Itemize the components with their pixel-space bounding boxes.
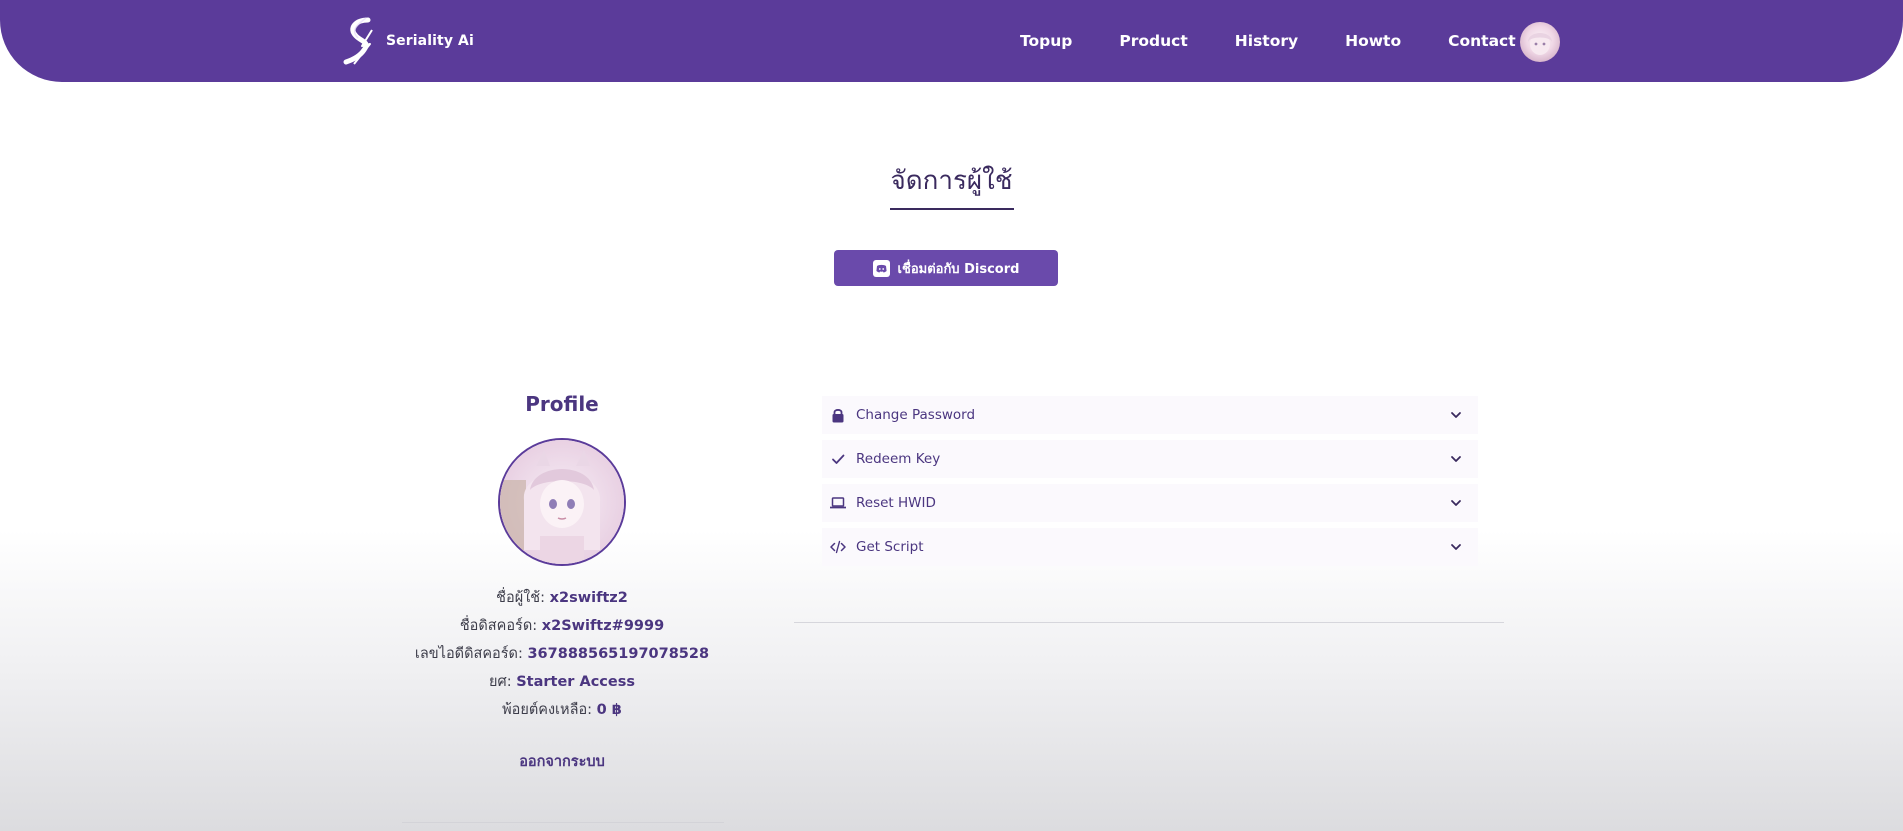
accordion-divider [794, 622, 1504, 623]
discord-icon [872, 259, 890, 277]
discord-id-row: เลขไอดีดิสคอร์ด: 367888565197078528 [402, 640, 722, 668]
top-navbar: Seriality Ai Topup Product History Howto… [0, 0, 1903, 82]
settings-accordion: Change Password Redeem Key Reset HWID Ge… [822, 396, 1478, 572]
discord-name-row: ชื่อดิสคอร์ด: x2Swiftz#9999 [402, 612, 722, 640]
rank-value: Starter Access [516, 674, 635, 690]
check-icon [830, 451, 846, 467]
nav-link-product[interactable]: Product [1119, 32, 1187, 50]
rank-label: ยศ: [489, 674, 512, 690]
nav-links: Topup Product History Howto Contact [1020, 0, 1516, 82]
reset-hwid-label: Reset HWID [856, 495, 936, 511]
accordion-change-password[interactable]: Change Password [822, 396, 1478, 434]
profile-divider [402, 822, 724, 823]
code-icon [830, 539, 846, 555]
laptop-icon [830, 495, 846, 511]
profile-heading: Profile [525, 392, 599, 416]
connect-discord-button[interactable]: เชื่อมต่อกับ Discord [834, 250, 1058, 286]
redeem-key-label: Redeem Key [856, 451, 941, 467]
accordion-redeem-key[interactable]: Redeem Key [822, 440, 1478, 478]
accordion-get-script[interactable]: Get Script [822, 528, 1478, 566]
nav-link-topup[interactable]: Topup [1020, 32, 1072, 50]
chevron-down-icon [1451, 456, 1461, 462]
profile-avatar-image [500, 440, 624, 564]
points-label: พ้อยต์คงเหลือ: [502, 702, 593, 718]
title-underline [890, 208, 1014, 210]
points-value: 0 ฿ [596, 702, 622, 718]
nav-link-contact[interactable]: Contact [1448, 32, 1516, 50]
chevron-down-icon [1451, 500, 1461, 506]
nav-link-howto[interactable]: Howto [1345, 32, 1401, 50]
profile-info-list: ชื่อผู้ใช้: x2swiftz2 ชื่อดิสคอร์ด: x2Sw… [402, 584, 722, 724]
discord-id-value: 367888565197078528 [527, 646, 710, 662]
discord-id-label: เลขไอดีดิสคอร์ด: [414, 646, 523, 662]
brand[interactable]: Seriality Ai [342, 16, 474, 66]
accordion-reset-hwid[interactable]: Reset HWID [822, 484, 1478, 522]
get-script-label: Get Script [856, 539, 924, 555]
seriality-logo-icon [343, 17, 373, 65]
chevron-down-icon [1451, 412, 1461, 418]
profile-panel: Profile ชื่อผู้ใช้: x2swiftz2 ชื่อดิสคอร… [402, 392, 722, 773]
avatar-image [1528, 33, 1552, 55]
change-password-label: Change Password [856, 407, 976, 423]
discord-name-label: ชื่อดิสคอร์ด: [459, 618, 538, 634]
nav-link-history[interactable]: History [1235, 32, 1298, 50]
user-avatar[interactable] [1520, 22, 1560, 62]
logout-button[interactable]: ออกจากระบบ [402, 750, 722, 773]
chevron-down-icon [1451, 544, 1461, 550]
page-title: จัดการผู้ใช้ [890, 166, 1013, 196]
profile-avatar [498, 438, 626, 566]
rank-row: ยศ: Starter Access [402, 668, 722, 696]
username-value: x2swiftz2 [549, 590, 628, 606]
lock-icon [830, 407, 846, 423]
connect-discord-label: เชื่อมต่อกับ Discord [897, 261, 1020, 277]
discord-name-value: x2Swiftz#9999 [541, 618, 665, 634]
username-label: ชื่อผู้ใช้: [496, 590, 546, 606]
points-row: พ้อยต์คงเหลือ: 0 ฿ [402, 696, 722, 724]
username-row: ชื่อผู้ใช้: x2swiftz2 [402, 584, 722, 612]
brand-name: Seriality Ai [386, 33, 474, 49]
